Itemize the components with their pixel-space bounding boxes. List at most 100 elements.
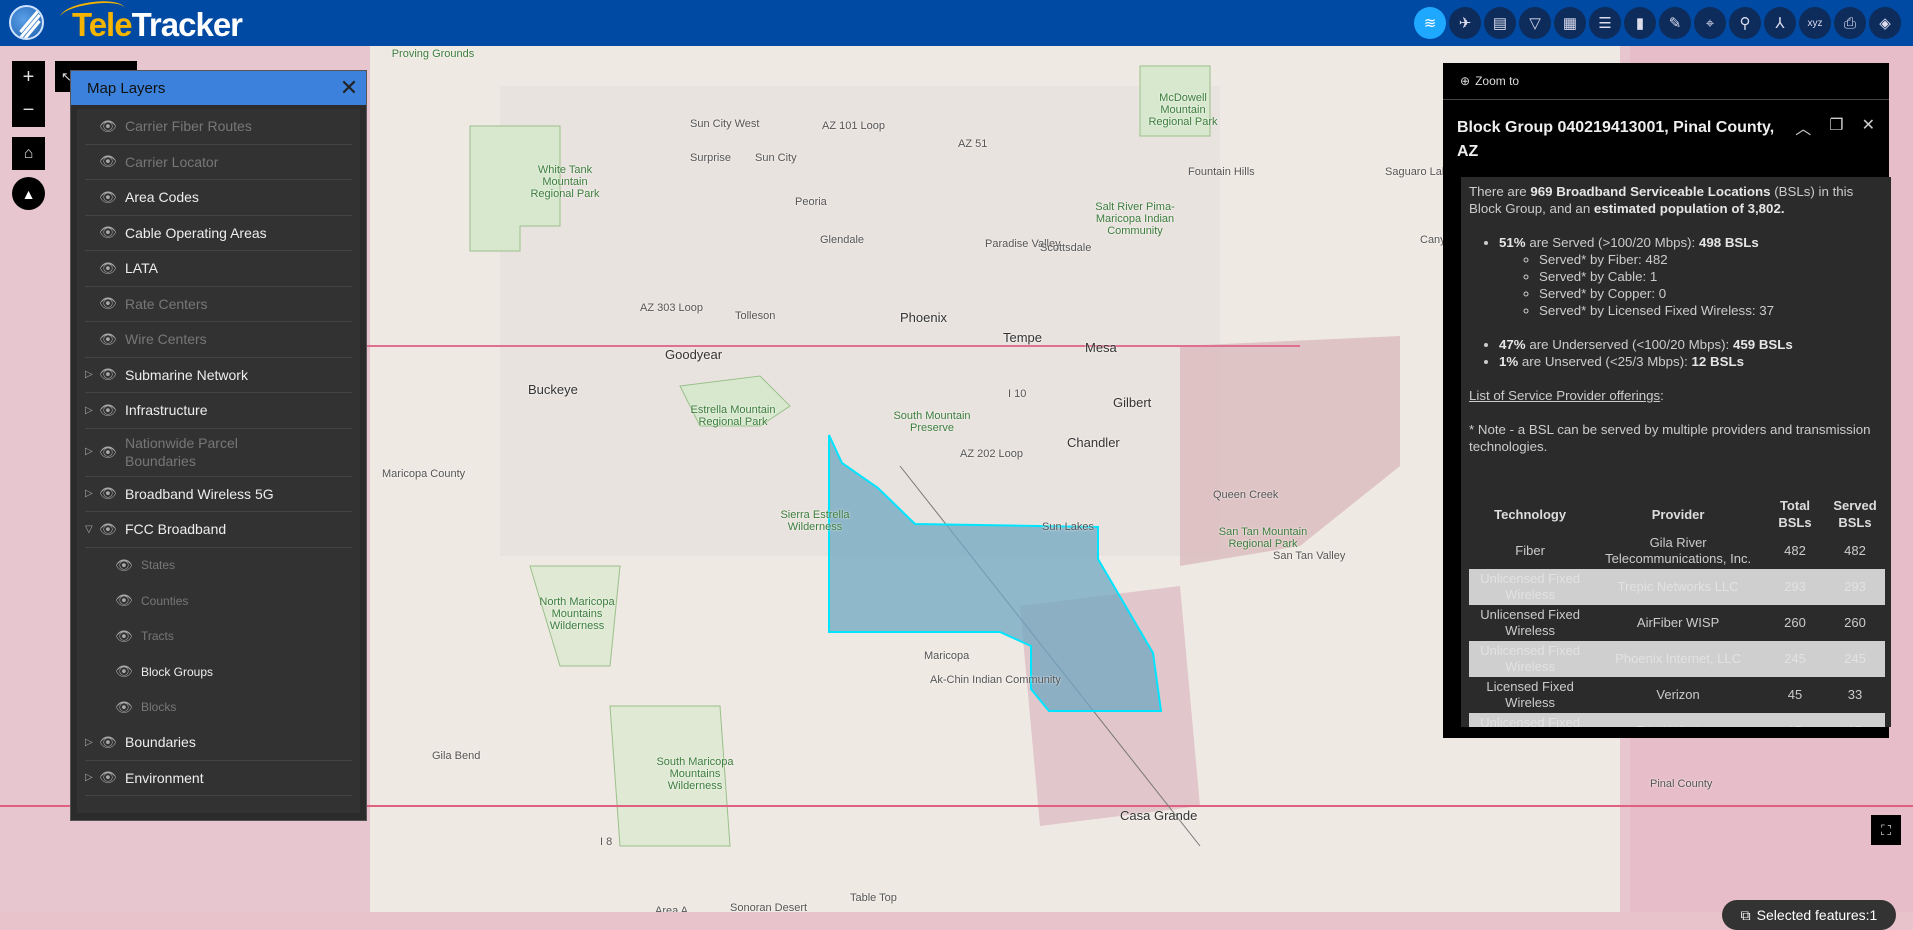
visibility-eye-icon[interactable]: 👁 [99, 366, 125, 383]
axis-tool-button[interactable]: ⅄ [1764, 7, 1796, 39]
directions-tool-button[interactable]: ◈ [1869, 7, 1901, 39]
layers-tool-button[interactable]: ≋ [1414, 7, 1446, 39]
palette-tool-button[interactable]: ✎ [1659, 7, 1691, 39]
visibility-eye-icon[interactable]: 👁 [115, 663, 141, 680]
zoom-out-button[interactable]: − [12, 94, 45, 127]
layer-item[interactable]: 👁 Blocks [85, 690, 352, 726]
filter-tool-button[interactable]: ▽ [1519, 7, 1551, 39]
visibility-eye-icon[interactable]: 👁 [99, 331, 125, 348]
layer-item[interactable]: ▷ 👁 Submarine Network [85, 358, 352, 393]
layer-item[interactable]: 👁 Wire Centers [85, 322, 352, 358]
fullscreen-button[interactable]: ⛶ [1871, 815, 1901, 845]
selected-features-button[interactable]: ⧉ Selected features:1 [1722, 900, 1896, 930]
visibility-eye-icon[interactable]: 👁 [99, 485, 125, 502]
map-layers-panel: Map Layers ✕ 👁 Carrier Fiber Routes 👁 Carrie… [70, 70, 367, 821]
print-icon: ⎙ [1843, 14, 1856, 32]
report-search-tool-button[interactable]: ▤ [1484, 7, 1516, 39]
visibility-eye-icon[interactable]: 👁 [115, 628, 141, 645]
layer-item[interactable]: 👁 Tracts [85, 619, 352, 655]
map-place-label: Sonoran Desert [730, 902, 808, 912]
layer-item[interactable]: 👁 States [85, 548, 352, 584]
visibility-eye-icon[interactable]: 👁 [115, 557, 141, 574]
map-place-label: Peoria [795, 196, 827, 208]
visibility-eye-icon[interactable]: 👁 [99, 769, 125, 786]
caret-right-icon[interactable]: ▷ [85, 488, 99, 499]
provider-list-link[interactable]: List of Service Provider offerings [1469, 388, 1660, 403]
list-tool-button[interactable]: ☰ [1589, 7, 1621, 39]
layer-item[interactable]: 👁 Area Codes [85, 180, 352, 216]
column-header: Total BSLs [1778, 498, 1812, 530]
caret-right-icon[interactable]: ▷ [85, 443, 99, 461]
popup-content[interactable]: There are 969 Broadband Serviceable Loca… [1461, 177, 1891, 727]
visibility-eye-icon[interactable]: 👁 [115, 592, 141, 609]
provider-table: Technology Provider Total BSLs Served BSLs F… [1469, 495, 1885, 727]
visibility-eye-icon[interactable]: 👁 [99, 521, 125, 538]
app-header: TeleTracker ≋ ✈ ▤ ▽ ▦ ☰ ▮ ✎ ⌖ ⚲ ⅄ xyz ⎙ ◈ [0, 0, 1913, 46]
bookmark-tool-button[interactable]: ▮ [1624, 7, 1656, 39]
table-cell: Licensed Fixed Wireless [1486, 679, 1574, 710]
explorer-tool-button[interactable]: ✈ [1449, 7, 1481, 39]
layer-item[interactable]: 👁 LATA [85, 251, 352, 287]
layer-item[interactable]: 👁 Cable Operating Areas [85, 216, 352, 251]
map-place-label: Fountain Hills [1188, 166, 1255, 178]
layer-item[interactable]: 👁 Block Groups [85, 654, 352, 690]
visibility-eye-icon[interactable]: 👁 [115, 699, 141, 716]
visibility-eye-icon[interactable]: 👁 [99, 118, 125, 135]
visibility-eye-icon[interactable]: 👁 [99, 402, 125, 419]
caret-down-icon[interactable]: ▽ [85, 524, 99, 535]
location-pin-tool-button[interactable]: ⌖ [1694, 7, 1726, 39]
layer-item[interactable]: ▷ 👁 Boundaries [85, 725, 352, 761]
layer-item[interactable]: ▷ 👁 Environment [85, 761, 352, 796]
collapse-icon[interactable]: ︿ [1795, 115, 1811, 139]
column-header: Technology [1494, 506, 1567, 522]
close-icon[interactable]: ✕ [1862, 115, 1875, 139]
print-tool-button[interactable]: ⎙ [1834, 7, 1866, 39]
visibility-eye-icon[interactable]: 👁 [99, 260, 125, 277]
xyz-coordinates-tool-button[interactable]: xyz [1799, 7, 1831, 39]
caret-right-icon[interactable]: ▷ [85, 405, 99, 416]
layer-item[interactable]: ▽ 👁 FCC Broadband [85, 512, 352, 548]
layer-item[interactable]: ▷ 👁 Infrastructure [85, 393, 352, 429]
table-cell: Verizon [1656, 687, 1700, 702]
map-place-label: Tolleson [735, 310, 776, 322]
layer-item[interactable]: 👁 Carrier Locator [85, 145, 352, 180]
close-icon[interactable]: ✕ [332, 75, 366, 101]
caret-right-icon[interactable]: ▷ [85, 772, 99, 783]
map-place-label: Ak-Chin Indian Community [930, 674, 1061, 686]
map-place-label: South Mountain Preserve [893, 410, 971, 434]
visibility-eye-icon[interactable]: 👁 [99, 224, 125, 241]
panel-title: Map Layers [87, 79, 166, 97]
visibility-eye-icon[interactable]: 👁 [99, 295, 125, 312]
dock-icon[interactable]: ❐ [1829, 115, 1843, 139]
visibility-eye-icon[interactable]: 👁 [99, 443, 125, 461]
compass-button[interactable]: ▲ [12, 177, 45, 210]
layer-item[interactable]: 👁 Rate Centers [85, 287, 352, 322]
layer-item[interactable]: 👁 Carrier Fiber Routes [85, 109, 352, 145]
table-row: Licensed Fixed Wireless Verizon 45 33 [1469, 677, 1885, 713]
map-place-label: White Tank Mountain Regional Park [530, 164, 600, 200]
layer-item[interactable]: ▷ 👁 Nationwide Parcel Boundaries [85, 429, 352, 477]
layer-item[interactable]: ▷ 👁 Broadband Wireless 5G [85, 477, 352, 512]
table-cell: Gila River Telecommunications, Inc. [1605, 535, 1752, 566]
table-tool-button[interactable]: ▦ [1554, 7, 1586, 39]
home-button[interactable]: ⌂ [12, 137, 45, 170]
layer-label: Tracts [141, 629, 174, 644]
layer-item[interactable]: 👁 Counties [85, 583, 352, 619]
zoom-to-button[interactable]: ⊕ Zoom to [1443, 63, 1889, 100]
table-row: Unlicensed Fixed Wireless Phoenix Interne… [1469, 641, 1885, 677]
list-item: Served* by Fiber: 482 [1539, 251, 1883, 268]
intro-text: There are 969 Broadband Serviceable Loca… [1469, 184, 1854, 216]
caret-right-icon[interactable]: ▷ [85, 369, 99, 380]
table-cell: 260 [1844, 615, 1866, 630]
caret-right-icon[interactable]: ▷ [85, 737, 99, 748]
layer-label: Carrier Fiber Routes [125, 118, 252, 135]
layer-list: 👁 Carrier Fiber Routes 👁 Carrier Locator 👁 Ar… [77, 109, 360, 813]
table-row: Unlicensed Fixed WirelessTriad Wireless1… [1469, 713, 1885, 727]
axis-icon: ⅄ [1775, 15, 1785, 32]
visibility-eye-icon[interactable]: 👁 [99, 189, 125, 206]
visibility-eye-icon[interactable]: 👁 [99, 734, 125, 751]
visibility-eye-icon[interactable]: 👁 [99, 153, 125, 170]
zoom-in-button[interactable]: + [12, 61, 45, 94]
table-cell: 245 [1825, 641, 1885, 677]
query-search-tool-button[interactable]: ⚲ [1729, 7, 1761, 39]
